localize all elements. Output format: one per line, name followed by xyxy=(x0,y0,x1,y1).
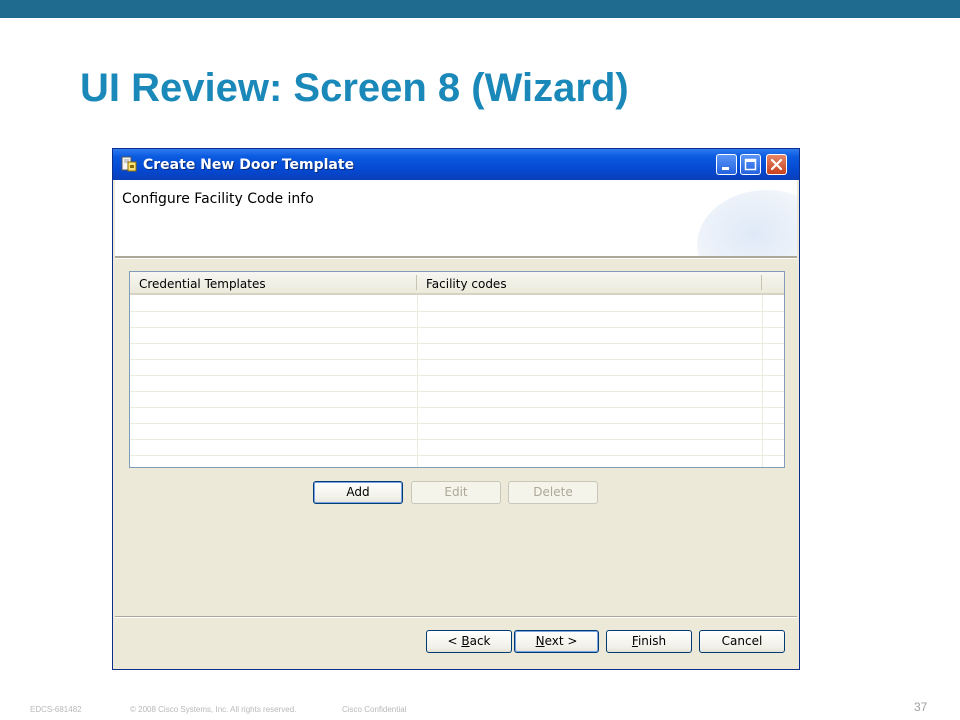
finish-label-rest: inish xyxy=(637,634,667,648)
facility-code-table[interactable]: Credential Templates Facility codes xyxy=(129,271,785,468)
delete-button[interactable]: Delete xyxy=(508,481,598,504)
close-icon xyxy=(770,158,783,171)
footer-confidential: Cisco Confidential xyxy=(342,705,407,714)
table-row[interactable] xyxy=(130,359,784,360)
window-titlebar[interactable]: Create New Door Template xyxy=(113,149,799,180)
slide-title: UI Review: Screen 8 (Wizard) xyxy=(80,66,629,110)
add-button[interactable]: Add xyxy=(313,481,403,504)
step-heading: Configure Facility Code info xyxy=(122,191,314,207)
cancel-button[interactable]: Cancel xyxy=(699,630,785,653)
window-title: Create New Door Template xyxy=(143,157,355,173)
minimize-icon xyxy=(722,167,729,170)
slide-top-bar xyxy=(0,0,960,18)
table-row[interactable] xyxy=(130,407,784,408)
maximize-icon xyxy=(744,158,757,171)
header-decoration xyxy=(697,190,797,256)
edit-button[interactable]: Edit xyxy=(411,481,501,504)
door-template-icon xyxy=(121,156,137,172)
wizard-window: Create New Door Template Configure Facil… xyxy=(112,148,800,670)
wizard-header: Configure Facility Code info xyxy=(115,180,797,256)
footer-document-id: EDCS-681482 xyxy=(30,705,82,714)
finish-button[interactable]: Finish xyxy=(606,630,692,653)
page-number: 37 xyxy=(914,700,928,714)
table-row[interactable] xyxy=(130,327,784,328)
table-row[interactable] xyxy=(130,343,784,344)
column-header-credential-templates[interactable]: Credential Templates xyxy=(139,277,266,291)
back-mnemonic: B xyxy=(461,634,470,648)
column-grid-line xyxy=(762,295,763,467)
table-row[interactable] xyxy=(130,391,784,392)
back-prefix: < xyxy=(447,634,462,648)
table-row[interactable] xyxy=(130,375,784,376)
minimize-button[interactable] xyxy=(716,154,737,175)
table-row[interactable] xyxy=(130,455,784,456)
next-label-rest: ext > xyxy=(544,634,578,648)
next-button[interactable]: Next > xyxy=(514,630,599,653)
footer-divider xyxy=(115,616,797,618)
table-header: Credential Templates Facility codes xyxy=(130,272,784,295)
footer-copyright: © 2008 Cisco Systems, Inc. All rights re… xyxy=(130,705,297,714)
column-separator[interactable] xyxy=(761,275,762,290)
next-mnemonic: N xyxy=(535,634,545,648)
column-grid-line xyxy=(417,295,418,467)
close-button[interactable] xyxy=(766,154,787,175)
table-row[interactable] xyxy=(130,423,784,424)
back-button[interactable]: < Back xyxy=(426,630,512,653)
column-separator[interactable] xyxy=(416,275,417,290)
maximize-button[interactable] xyxy=(740,154,761,175)
table-row[interactable] xyxy=(130,311,784,312)
back-label-rest: ack xyxy=(469,634,491,648)
header-divider xyxy=(115,256,797,259)
column-header-facility-codes[interactable]: Facility codes xyxy=(426,277,507,291)
table-row[interactable] xyxy=(130,439,784,440)
